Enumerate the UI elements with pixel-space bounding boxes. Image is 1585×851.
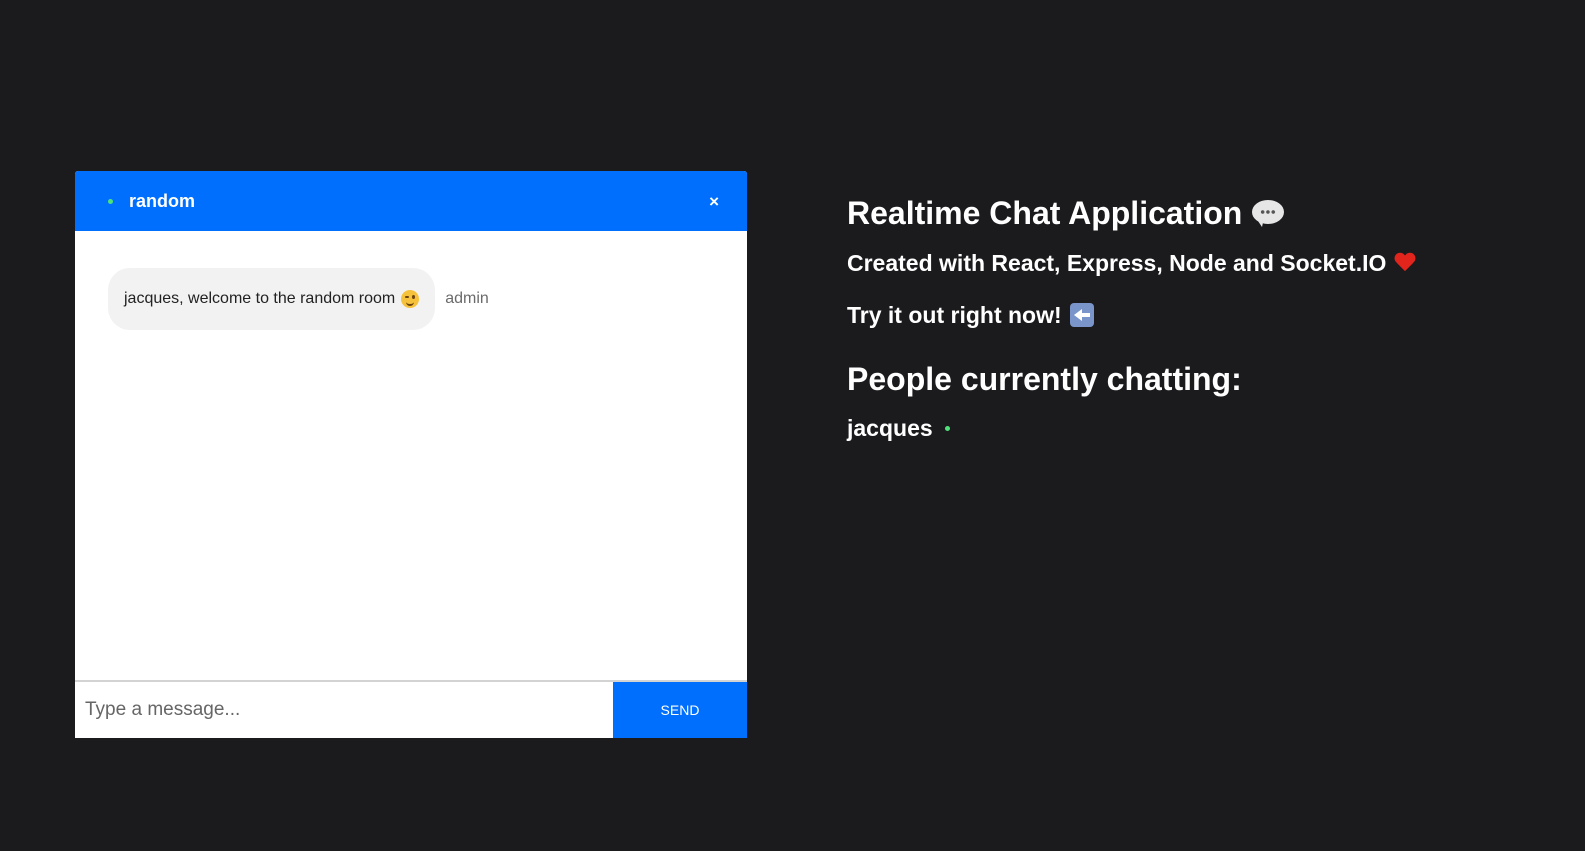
close-icon[interactable]: × — [709, 193, 719, 210]
user-list-item: jacques — [847, 415, 1416, 442]
online-status-icon — [944, 426, 950, 431]
left-arrow-icon — [1069, 303, 1094, 327]
cta-text: Try it out right now! — [847, 301, 1062, 328]
user-name: jacques — [847, 415, 933, 441]
message-item: jacques, welcome to the random room admi… — [108, 268, 714, 330]
message-text: jacques, welcome to the random room — [124, 290, 396, 307]
message-sender: admin — [445, 290, 489, 307]
speech-balloon-icon — [1252, 200, 1285, 227]
message-bubble: jacques, welcome to the random room — [108, 268, 436, 330]
online-status-icon — [108, 198, 113, 204]
heart-icon — [1394, 253, 1416, 273]
tech-stack-text: Created with React, Express, Node and So… — [847, 249, 1387, 276]
chat-window: random × jacques, welcome to the random … — [75, 171, 747, 738]
chat-header: random × — [75, 171, 747, 231]
app-title-text: Realtime Chat Application — [847, 194, 1243, 231]
message-composer: SEND — [75, 680, 747, 738]
send-button[interactable]: SEND — [613, 682, 747, 738]
message-input[interactable] — [75, 682, 613, 738]
info-panel: Realtime Chat Application Created with R… — [847, 193, 1416, 442]
tech-stack-line: Created with React, Express, Node and So… — [847, 249, 1416, 277]
message-list: jacques, welcome to the random room admi… — [75, 231, 747, 680]
people-heading: People currently chatting: — [847, 361, 1242, 397]
winking-face-icon — [401, 290, 420, 308]
room-name: random — [129, 190, 196, 211]
app-title: Realtime Chat Application — [847, 193, 1416, 233]
cta-line: Try it out right now! — [847, 301, 1416, 329]
